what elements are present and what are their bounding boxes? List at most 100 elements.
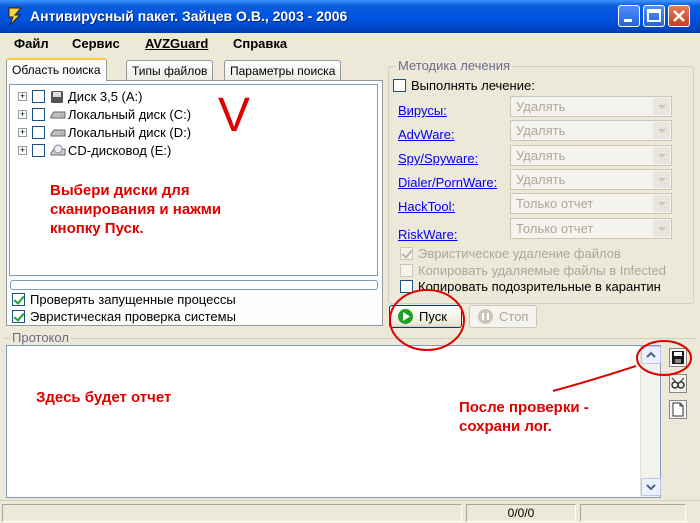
window-title: Антивирусный пакет. Зайцев О.В., 2003 - … [30,8,348,24]
chevron-up-icon [646,351,656,358]
chevron-down-icon [653,220,670,237]
checkbox[interactable] [393,79,406,92]
select-value: Только отчет [516,196,594,211]
start-button[interactable]: Пуск [389,305,462,328]
expand-icon[interactable]: + [18,146,27,155]
minimize-icon [624,19,632,22]
select-spyware[interactable]: Удалять [510,145,672,166]
menu-bar: Файл Сервис AVZGuard Справка [0,33,700,55]
drive-label: Локальный диск (C:) [68,107,192,122]
stop-button-label: Стоп [499,309,529,324]
save-icon [672,351,684,364]
menu-avzguard[interactable]: AVZGuard [145,36,208,51]
annotation-save-log: После проверки - сохрани лог. [459,399,589,435]
option-label: Эвристическое удаление файлов [418,246,621,261]
chevron-down-icon [653,122,670,139]
option-label: Эвристическая проверка системы [30,309,236,324]
select-viruses[interactable]: Удалять [510,96,672,117]
expand-icon[interactable]: + [18,92,27,101]
drive-checkbox[interactable] [32,126,45,139]
stop-button[interactable]: Стоп [469,305,537,328]
drive-label: CD-дисковод (E:) [68,143,172,158]
link-spyware[interactable]: Spy/Spyware: [398,151,478,166]
select-adware[interactable]: Удалять [510,120,672,141]
tab-search-params[interactable]: Параметры поиска [224,60,342,81]
checkbox[interactable] [12,293,25,306]
chevron-down-icon [646,484,656,491]
menu-help[interactable]: Справка [233,36,287,51]
play-icon [398,309,413,324]
scroll-up-button[interactable] [641,346,661,364]
option-label: Копировать подозрительные в карантин [418,279,661,294]
option-check-processes[interactable]: Проверять запущенные процессы [12,292,372,309]
start-button-label: Пуск [419,309,447,324]
checkbox[interactable] [400,280,413,293]
scan-progress-bar [10,280,378,290]
app-icon [6,6,24,26]
link-adware[interactable]: AdvWare: [398,127,455,142]
expand-icon[interactable]: + [18,110,27,119]
minimize-button[interactable] [618,5,640,27]
close-button[interactable] [668,5,690,27]
cdrom-icon [50,144,66,161]
select-hacktool[interactable]: Только отчет [510,193,672,214]
annotation-v-mark: V [218,89,251,142]
drive-tree[interactable]: + Диск 3,5 (A:) + Локальный диск (C:) + … [9,84,378,276]
hdd-icon [50,126,66,143]
chevron-down-icon [653,147,670,164]
blank-page-icon [672,402,684,417]
drive-label: Диск 3,5 (A:) [68,89,143,104]
status-cell-extra [580,504,686,522]
select-value: Только отчет [516,221,594,236]
link-hacktool[interactable]: HackTool: [398,199,455,214]
link-viruses[interactable]: Вирусы: [398,103,447,118]
log-scrollbar[interactable] [640,346,661,497]
option-label: Копировать удаляемые файлы в Infected [418,263,666,278]
close-icon [673,10,685,22]
status-cell-main [2,504,462,522]
checkbox[interactable] [400,247,413,260]
drive-checkbox[interactable] [32,90,45,103]
view-log-button[interactable] [669,374,687,393]
protocol-separator [4,338,696,339]
status-bar: 0/0/0 [0,500,700,523]
select-riskware[interactable]: Только отчет [510,218,672,239]
clear-log-button[interactable] [669,400,687,419]
select-value: Удалять [516,123,566,138]
menu-file[interactable]: Файл [14,36,49,51]
chevron-down-icon [653,98,670,115]
annotation-report-here: Здесь будет отчет [36,389,172,406]
drive-checkbox[interactable] [32,108,45,121]
tab-search-area[interactable]: Область поиска [6,58,107,81]
select-value: Удалять [516,148,566,163]
menu-service[interactable]: Сервис [72,36,120,51]
checkbox[interactable] [12,310,25,323]
option-copy-infected[interactable]: Копировать удаляемые файлы в Infected [400,263,690,279]
checkbox[interactable] [400,264,413,277]
link-riskware[interactable]: RiskWare: [398,227,457,242]
option-copy-quarantine[interactable]: Копировать подозрительные в карантин [400,279,692,295]
save-log-button[interactable] [669,348,687,367]
option-heuristic-check[interactable]: Эвристическая проверка системы [12,309,372,326]
drive-label: Локальный диск (D:) [68,125,192,140]
title-bar[interactable]: Антивирусный пакет. Зайцев О.В., 2003 - … [0,0,700,33]
select-dialer[interactable]: Удалять [510,169,672,190]
drive-checkbox[interactable] [32,144,45,157]
treatment-group-title: Методика лечения [396,58,513,73]
chevron-down-icon [653,171,670,188]
option-label: Проверять запущенные процессы [30,292,236,307]
tab-file-types[interactable]: Типы файлов [126,60,214,81]
maximize-button[interactable] [643,5,665,27]
scroll-down-button[interactable] [641,478,661,496]
pause-icon [478,309,493,324]
glasses-icon [671,377,685,389]
annotation-select-drives: Выбери диски для сканирования и нажми кн… [50,182,222,237]
perform-treatment-option[interactable]: Выполнять лечение: [393,78,593,95]
status-counter: 0/0/0 [466,504,576,522]
option-heuristic-delete[interactable]: Эвристическое удаление файлов [400,246,690,262]
option-label: Выполнять лечение: [411,78,535,93]
select-value: Удалять [516,99,566,114]
expand-icon[interactable]: + [18,128,27,137]
link-dialer[interactable]: Dialer/PornWare: [398,175,497,190]
floppy-icon [50,90,64,107]
